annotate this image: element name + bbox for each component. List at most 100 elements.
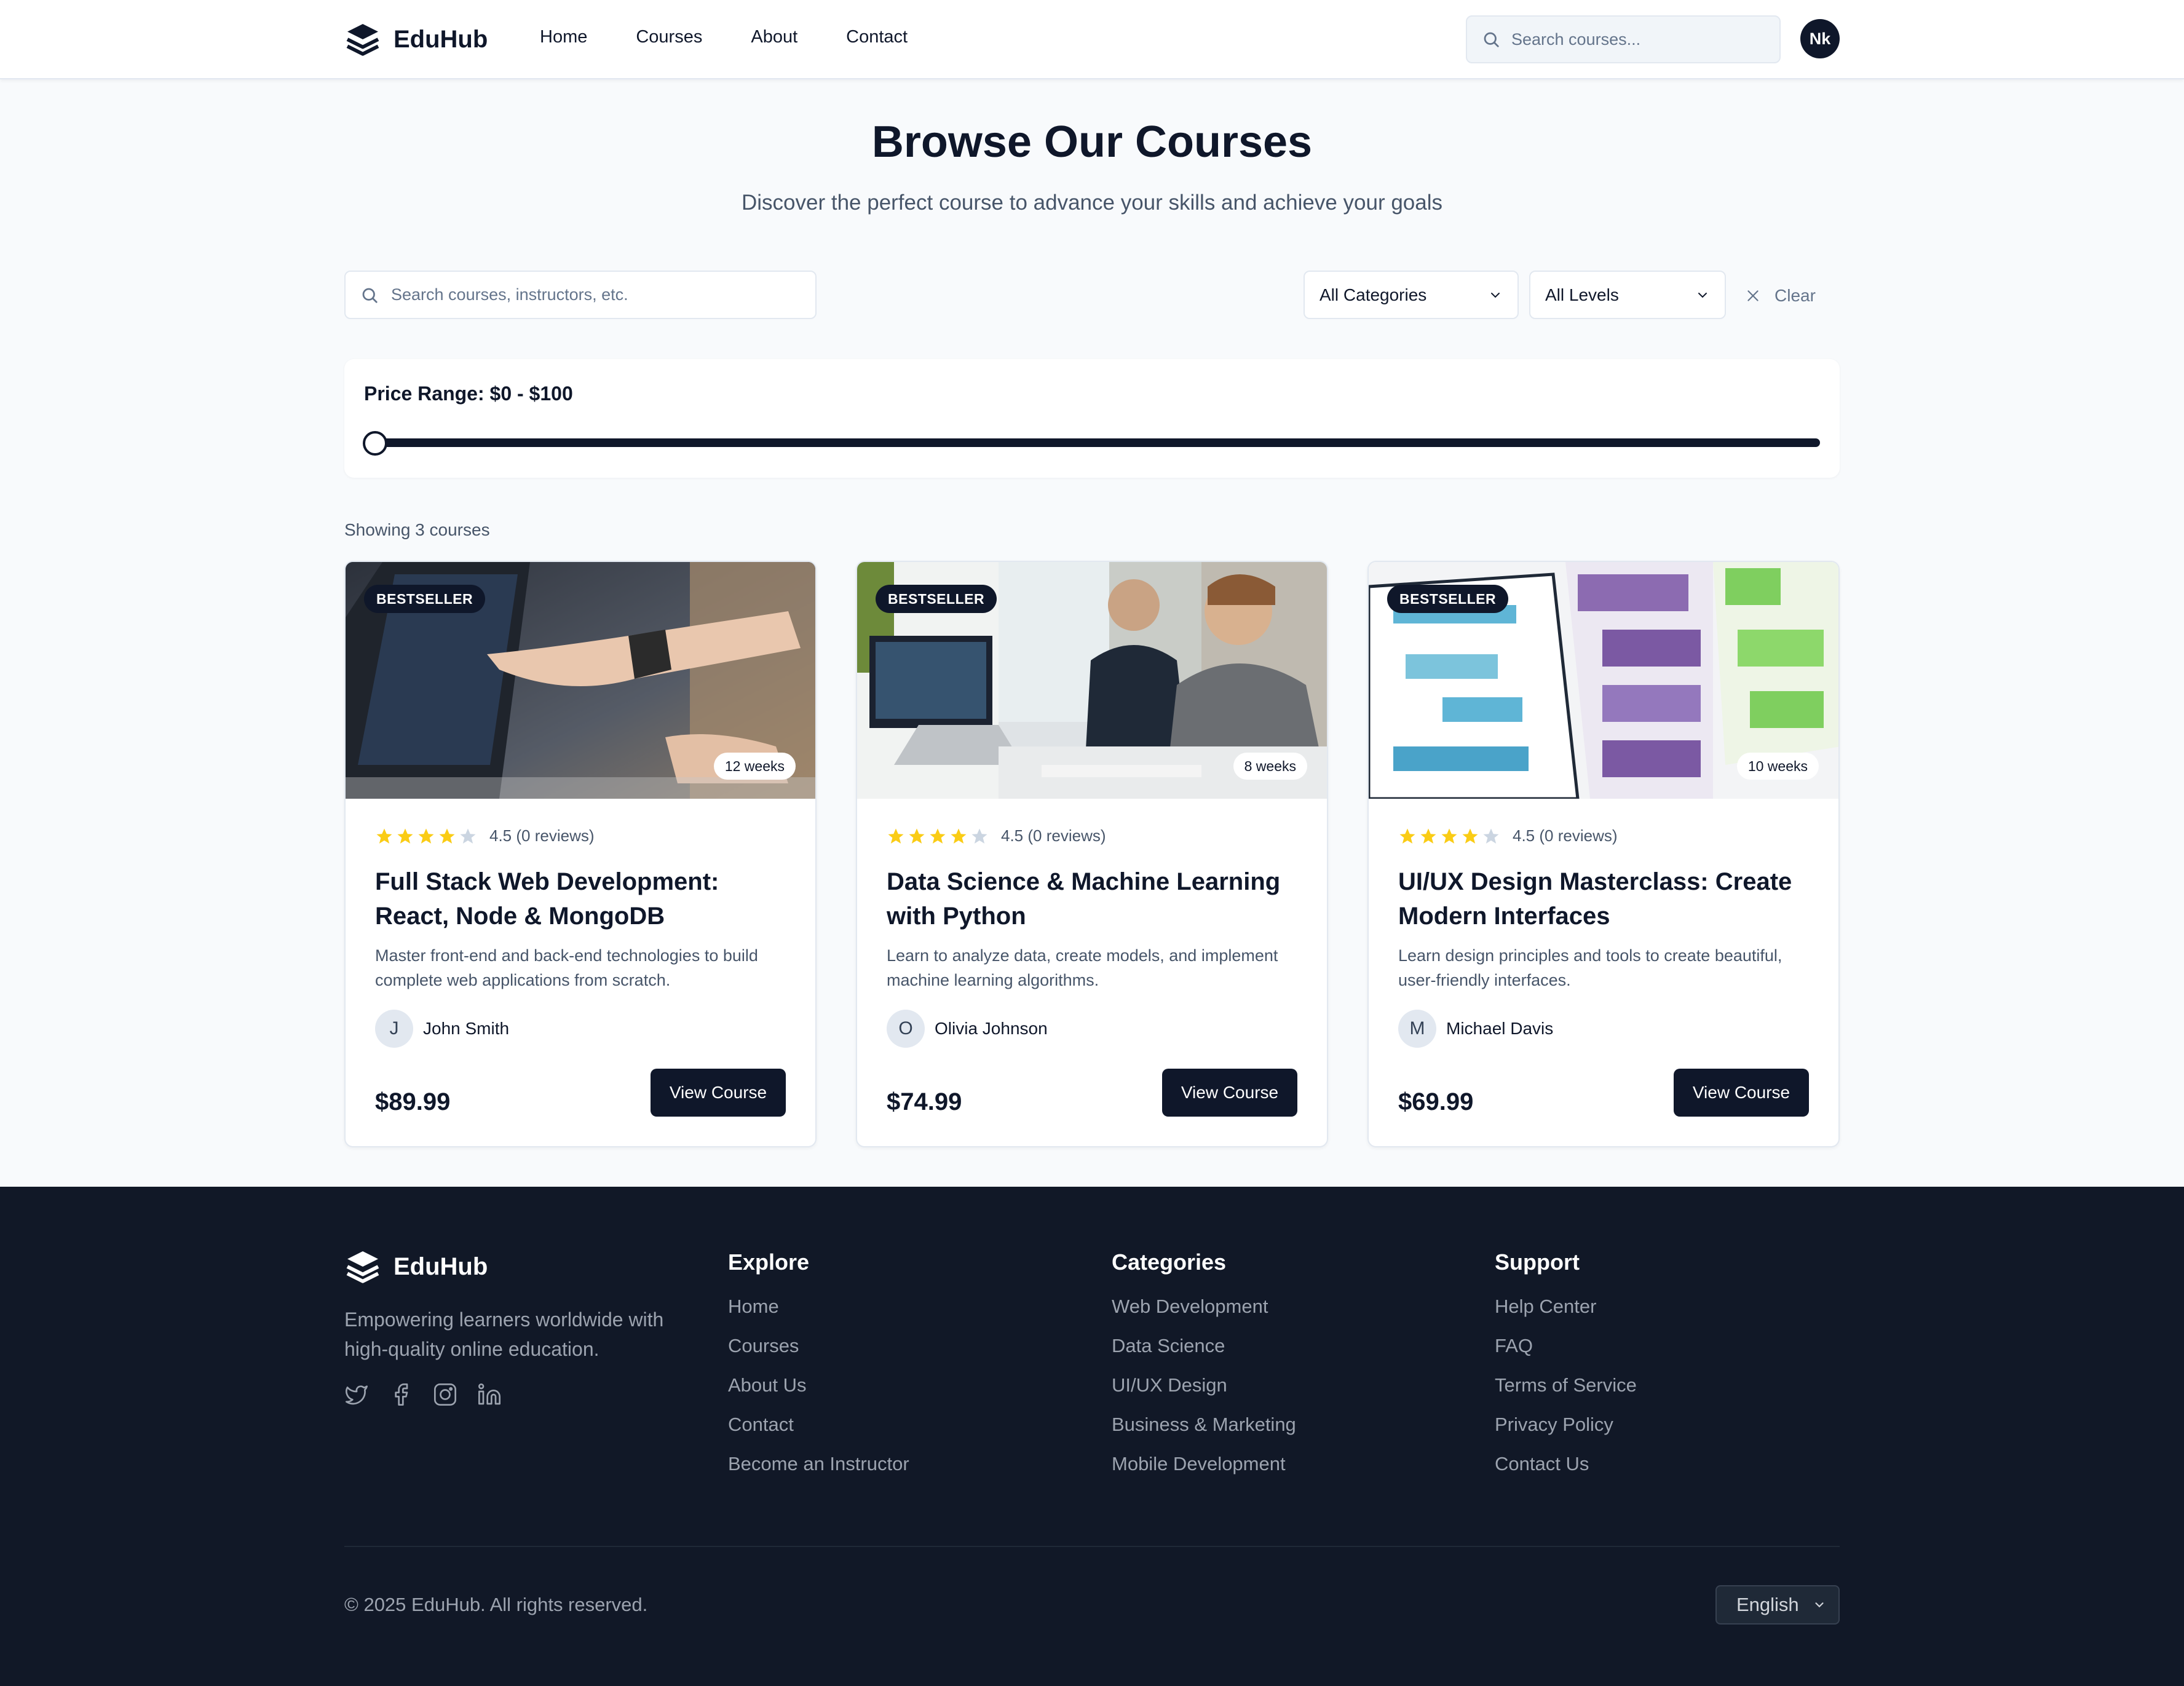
course-search-box [344,271,817,319]
footer-brand[interactable]: EduHub [344,1248,488,1285]
instructor-avatar: J [375,1010,413,1048]
instructor-avatar: M [1398,1010,1436,1048]
rating-text: 4.5 (0 reviews) [1513,826,1618,845]
nav-link-contact[interactable]: Contact [846,27,908,47]
nav-search-box [1466,15,1781,63]
price-range-panel: Price Range: $0 - $100 [344,359,1840,478]
price-slider-track[interactable] [374,438,1820,447]
footer-link-help-center[interactable]: Help Center [1495,1296,1637,1317]
star-full-icon [909,828,925,844]
footer-link-web-development[interactable]: Web Development [1112,1296,1296,1317]
linkedin-icon[interactable] [477,1382,502,1407]
nav-link-home[interactable]: Home [540,27,587,47]
footer-heading: Explore [728,1249,810,1275]
footer-link-faq[interactable]: FAQ [1495,1336,1637,1356]
star-full-icon [439,828,455,844]
footer-link-become-instructor[interactable]: Become an Instructor [728,1454,909,1474]
clear-filters-label: Clear [1775,286,1816,305]
brand[interactable]: EduHub [344,21,488,58]
course-title[interactable]: Data Science & Machine Learning with Pyt… [887,865,1305,933]
star-full-icon [930,828,946,844]
footer-brand-name: EduHub [394,1253,488,1280]
footer-link-privacy[interactable]: Privacy Policy [1495,1414,1637,1435]
language-select[interactable]: English [1715,1585,1840,1625]
nav-link-about[interactable]: About [751,27,797,47]
rating-text: 4.5 (0 reviews) [489,826,595,845]
star-empty-icon [460,828,476,844]
bestseller-badge: BESTSELLER [876,585,997,613]
footer-link-ui-ux-design[interactable]: UI/UX Design [1112,1375,1296,1396]
course-description: Master front-end and back-end technologi… [375,946,758,989]
user-avatar[interactable]: Nk [1800,19,1840,58]
course-price: $89.99 [375,1088,451,1115]
footer-link-terms[interactable]: Terms of Service [1495,1375,1637,1396]
course-title[interactable]: UI/UX Design Masterclass: Create Modern … [1398,865,1816,933]
footer-column-categories: Categories Web Development Data Science … [1112,1249,1296,1493]
star-full-icon [1441,828,1457,844]
social-links [344,1382,502,1407]
footer-link-data-science[interactable]: Data Science [1112,1336,1296,1356]
star-rating: 4.5 (0 reviews) [887,826,1106,845]
duration-badge: 8 weeks [1233,753,1307,780]
instructor-name: Michael Davis [1446,1019,1554,1038]
footer-link-home[interactable]: Home [728,1296,909,1317]
page-subtitle: Discover the perfect course to advance y… [741,191,1443,215]
price-range-title: Price Range: [364,382,485,405]
facebook-icon[interactable] [389,1382,413,1407]
star-full-icon [1420,828,1436,844]
nav-link-courses[interactable]: Courses [636,27,702,47]
course-price: $69.99 [1398,1088,1474,1115]
layers-logo-icon [346,24,379,56]
chevron-down-icon [1698,292,1707,298]
main-nav: Home Courses About Contact [540,27,956,47]
star-rating: 4.5 (0 reviews) [375,826,595,845]
course-description: Learn design principles and tools to cre… [1398,946,1782,989]
instructor-name: John Smith [423,1019,510,1038]
course-price: $74.99 [887,1088,962,1115]
site-footer: EduHub Empowering learners worldwide wit… [0,1187,2184,1686]
price-slider-thumb[interactable] [363,431,387,456]
star-empty-icon [1483,828,1499,844]
search-icon [362,288,378,303]
chevron-down-icon [1491,292,1500,298]
clear-filters-button[interactable]: Clear [1745,279,1816,312]
footer-heading: Support [1495,1249,1580,1275]
view-course-button[interactable]: View Course [651,1069,786,1117]
footer-column-explore: Explore Home Courses About Us Contact Be… [728,1249,909,1493]
price-range-value: $0 - $100 [489,382,573,405]
star-full-icon [376,828,392,844]
level-select[interactable]: All Levels [1529,271,1726,319]
twitter-icon[interactable] [344,1382,369,1407]
footer-link-mobile-development[interactable]: Mobile Development [1112,1454,1296,1474]
footer-link-about-us[interactable]: About Us [728,1375,909,1396]
instructor: O Olivia Johnson [887,1010,1048,1048]
category-select[interactable]: All Categories [1304,271,1519,319]
footer-column-support: Support Help Center FAQ Terms of Service… [1495,1249,1637,1493]
course-card[interactable]: BESTSELLER 10 weeks 4.5 (0 reviews) UI/U… [1367,561,1840,1147]
instructor: J John Smith [375,1010,509,1048]
footer-divider [344,1546,1840,1547]
view-course-button[interactable]: View Course [1674,1069,1809,1117]
footer-link-courses[interactable]: Courses [728,1336,909,1356]
instructor-avatar: O [887,1010,925,1048]
instagram-icon[interactable] [433,1382,457,1407]
course-title[interactable]: Full Stack Web Development: React, Node … [375,865,793,933]
nav-search-input[interactable] [1511,30,1757,49]
footer-link-contact-us[interactable]: Contact Us [1495,1454,1637,1474]
course-search-input[interactable] [391,285,797,304]
rating-text: 4.5 (0 reviews) [1001,826,1106,845]
layers-logo-icon [346,1251,379,1283]
footer-link-business-marketing[interactable]: Business & Marketing [1112,1414,1296,1435]
star-full-icon [418,828,434,844]
instructor: M Michael Davis [1398,1010,1553,1048]
star-rating: 4.5 (0 reviews) [1398,826,1618,845]
view-course-button[interactable]: View Course [1162,1069,1297,1117]
star-full-icon [888,828,904,844]
duration-badge: 10 weeks [1736,753,1819,780]
course-card[interactable]: BESTSELLER 12 weeks 4.5 (0 reviews) Full… [344,561,817,1147]
bestseller-badge: BESTSELLER [1387,585,1509,613]
bestseller-badge: BESTSELLER [364,585,486,613]
footer-link-contact[interactable]: Contact [728,1414,909,1435]
course-card[interactable]: BESTSELLER 8 weeks 4.5 (0 reviews) Data … [856,561,1328,1147]
star-full-icon [1462,828,1478,844]
